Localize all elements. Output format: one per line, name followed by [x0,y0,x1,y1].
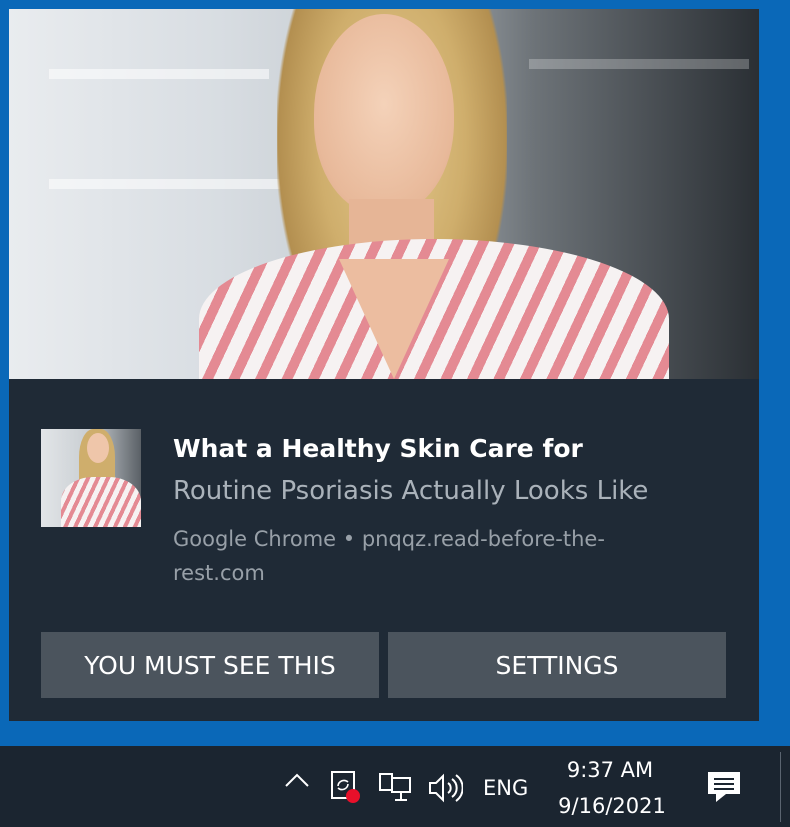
you-must-see-this-button[interactable]: YOU MUST SEE THIS [41,632,379,698]
notification-toast[interactable]: What a Healthy Skin Care for Routine Pso… [9,9,759,721]
notification-hero-image[interactable] [9,9,759,379]
settings-button[interactable]: SETTINGS [388,632,726,698]
taskbar: ENG 9:37 AM 9/16/2021 [0,746,790,827]
notification-subtitle: Routine Psoriasis Actually Looks Like [173,476,649,506]
notification-body: What a Healthy Skin Care for Routine Pso… [9,379,759,721]
notification-app-thumbnail [41,429,141,527]
chevron-up-icon[interactable] [283,766,311,794]
notification-center-icon[interactable] [704,768,744,808]
sync-alert-icon[interactable] [327,770,363,806]
show-desktop-divider[interactable] [780,752,781,822]
clock-date[interactable]: 9/16/2021 [550,794,674,818]
clock-time[interactable]: 9:37 AM [555,758,665,782]
network-icon[interactable] [378,772,414,804]
notification-source: Google Chrome • pnqqz.read-before-the-re… [173,527,605,585]
volume-icon[interactable] [427,772,464,804]
notification-title: What a Healthy Skin Care for [173,434,583,463]
language-indicator[interactable]: ENG [483,776,528,800]
